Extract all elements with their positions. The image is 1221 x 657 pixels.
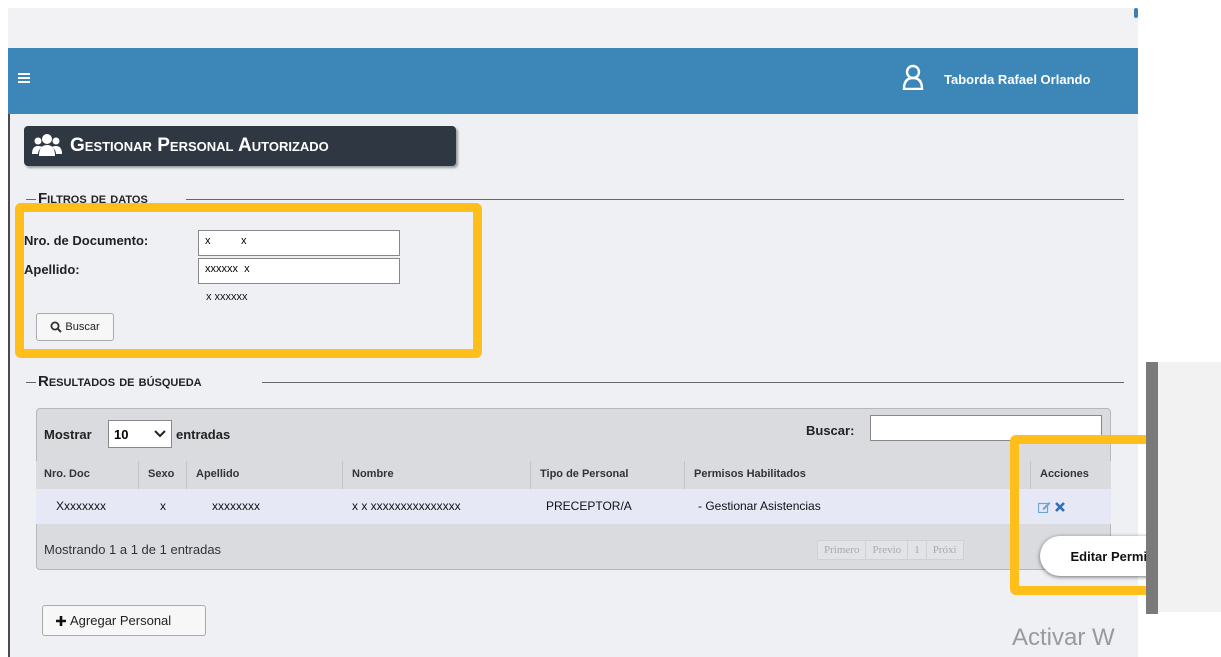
activation-watermark: Activar W <box>1012 624 1115 651</box>
th-nro-doc[interactable]: Nro. Doc <box>44 468 90 480</box>
app-window: Taborda Rafael Orlando Gestionar Persona… <box>0 0 1221 657</box>
th-tipo-personal[interactable]: Tipo de Personal <box>540 468 628 480</box>
chevron-down-icon <box>154 430 166 438</box>
th-acciones: Acciones <box>1040 468 1089 480</box>
cell-nombre: x x xxxxxxxxxxxxxxx <box>352 499 461 513</box>
apellido-hint: x xxxxxx <box>206 291 248 303</box>
entradas-label: entradas <box>176 427 231 442</box>
cell-nro-doc: Xxxxxxxx <box>56 499 107 513</box>
scroll-indicator <box>1134 8 1138 18</box>
th-apellido[interactable]: Apellido <box>196 468 239 480</box>
user-name[interactable]: Taborda Rafael Orlando <box>944 72 1090 87</box>
mostrar-label: Mostrar <box>44 427 92 442</box>
results-legend: Resultados de búsqueda <box>38 373 202 390</box>
column-divider <box>186 461 187 489</box>
documento-label: Nro. de Documento: <box>24 233 149 248</box>
pagination: Primero Previo 1 Próxi <box>817 540 964 560</box>
page-size-select[interactable]: 10 <box>108 420 172 448</box>
buscar-button-label: Buscar <box>65 321 100 333</box>
scrollbar[interactable] <box>1146 362 1158 614</box>
page-number[interactable]: 1 <box>907 540 927 560</box>
delete-icon[interactable] <box>1055 502 1065 512</box>
search-icon <box>50 321 63 333</box>
documento-input[interactable]: x x <box>198 230 400 256</box>
column-divider <box>138 461 139 489</box>
left-border <box>8 114 10 657</box>
column-divider <box>342 461 343 489</box>
apellido-label: Apellido: <box>24 262 80 277</box>
table-row: Xxxxxxxx x xxxxxxxx x x xxxxxxxxxxxxxxx … <box>36 489 1111 524</box>
add-personal-button[interactable]: Agregar Personal <box>42 605 206 636</box>
page-title: Gestionar Personal Autorizado <box>70 135 329 156</box>
buscar-label: Buscar: <box>806 423 855 438</box>
users-icon <box>32 134 62 156</box>
cell-permisos: - Gestionar Asistencias <box>698 499 821 513</box>
apellido-input[interactable]: xxxxxx x <box>198 258 400 284</box>
th-nombre[interactable]: Nombre <box>352 468 394 480</box>
browser-top-strip <box>8 8 1138 48</box>
fieldset-line <box>26 199 36 200</box>
table-info: Mostrando 1 a 1 de 1 entradas <box>44 542 222 557</box>
cell-apellido: xxxxxxxx <box>212 499 260 513</box>
fieldset-line <box>262 382 1124 383</box>
fieldset-line <box>186 199 1124 200</box>
page-title-box: Gestionar Personal Autorizado <box>24 126 456 166</box>
page-size-value: 10 <box>114 426 129 442</box>
column-divider <box>684 461 685 489</box>
cell-tipo: PRECEPTOR/A <box>546 499 632 513</box>
top-navbar: Taborda Rafael Orlando <box>8 48 1138 114</box>
table-search-input[interactable] <box>870 415 1102 441</box>
plus-icon <box>56 615 66 626</box>
hamburger-icon[interactable] <box>18 73 30 83</box>
th-permisos[interactable]: Permisos Habilitados <box>694 468 806 480</box>
table-header: Nro. Doc Sexo Apellido Nombre Tipo de Pe… <box>36 461 1111 489</box>
edit-icon[interactable] <box>1038 501 1051 513</box>
fieldset-line <box>26 382 36 383</box>
add-personal-label: Agregar Personal <box>70 613 172 628</box>
buscar-button[interactable]: Buscar <box>36 313 114 341</box>
side-panel <box>1158 362 1221 612</box>
user-icon[interactable] <box>902 64 924 90</box>
page-next[interactable]: Próxi <box>925 540 964 560</box>
column-divider <box>1030 461 1031 489</box>
page-first[interactable]: Primero <box>817 540 867 560</box>
cell-sexo: x <box>160 499 166 513</box>
page-prev[interactable]: Previo <box>865 540 909 560</box>
th-sexo[interactable]: Sexo <box>148 468 174 480</box>
filters-legend: Filtros de datos <box>38 190 148 207</box>
column-divider <box>530 461 531 489</box>
